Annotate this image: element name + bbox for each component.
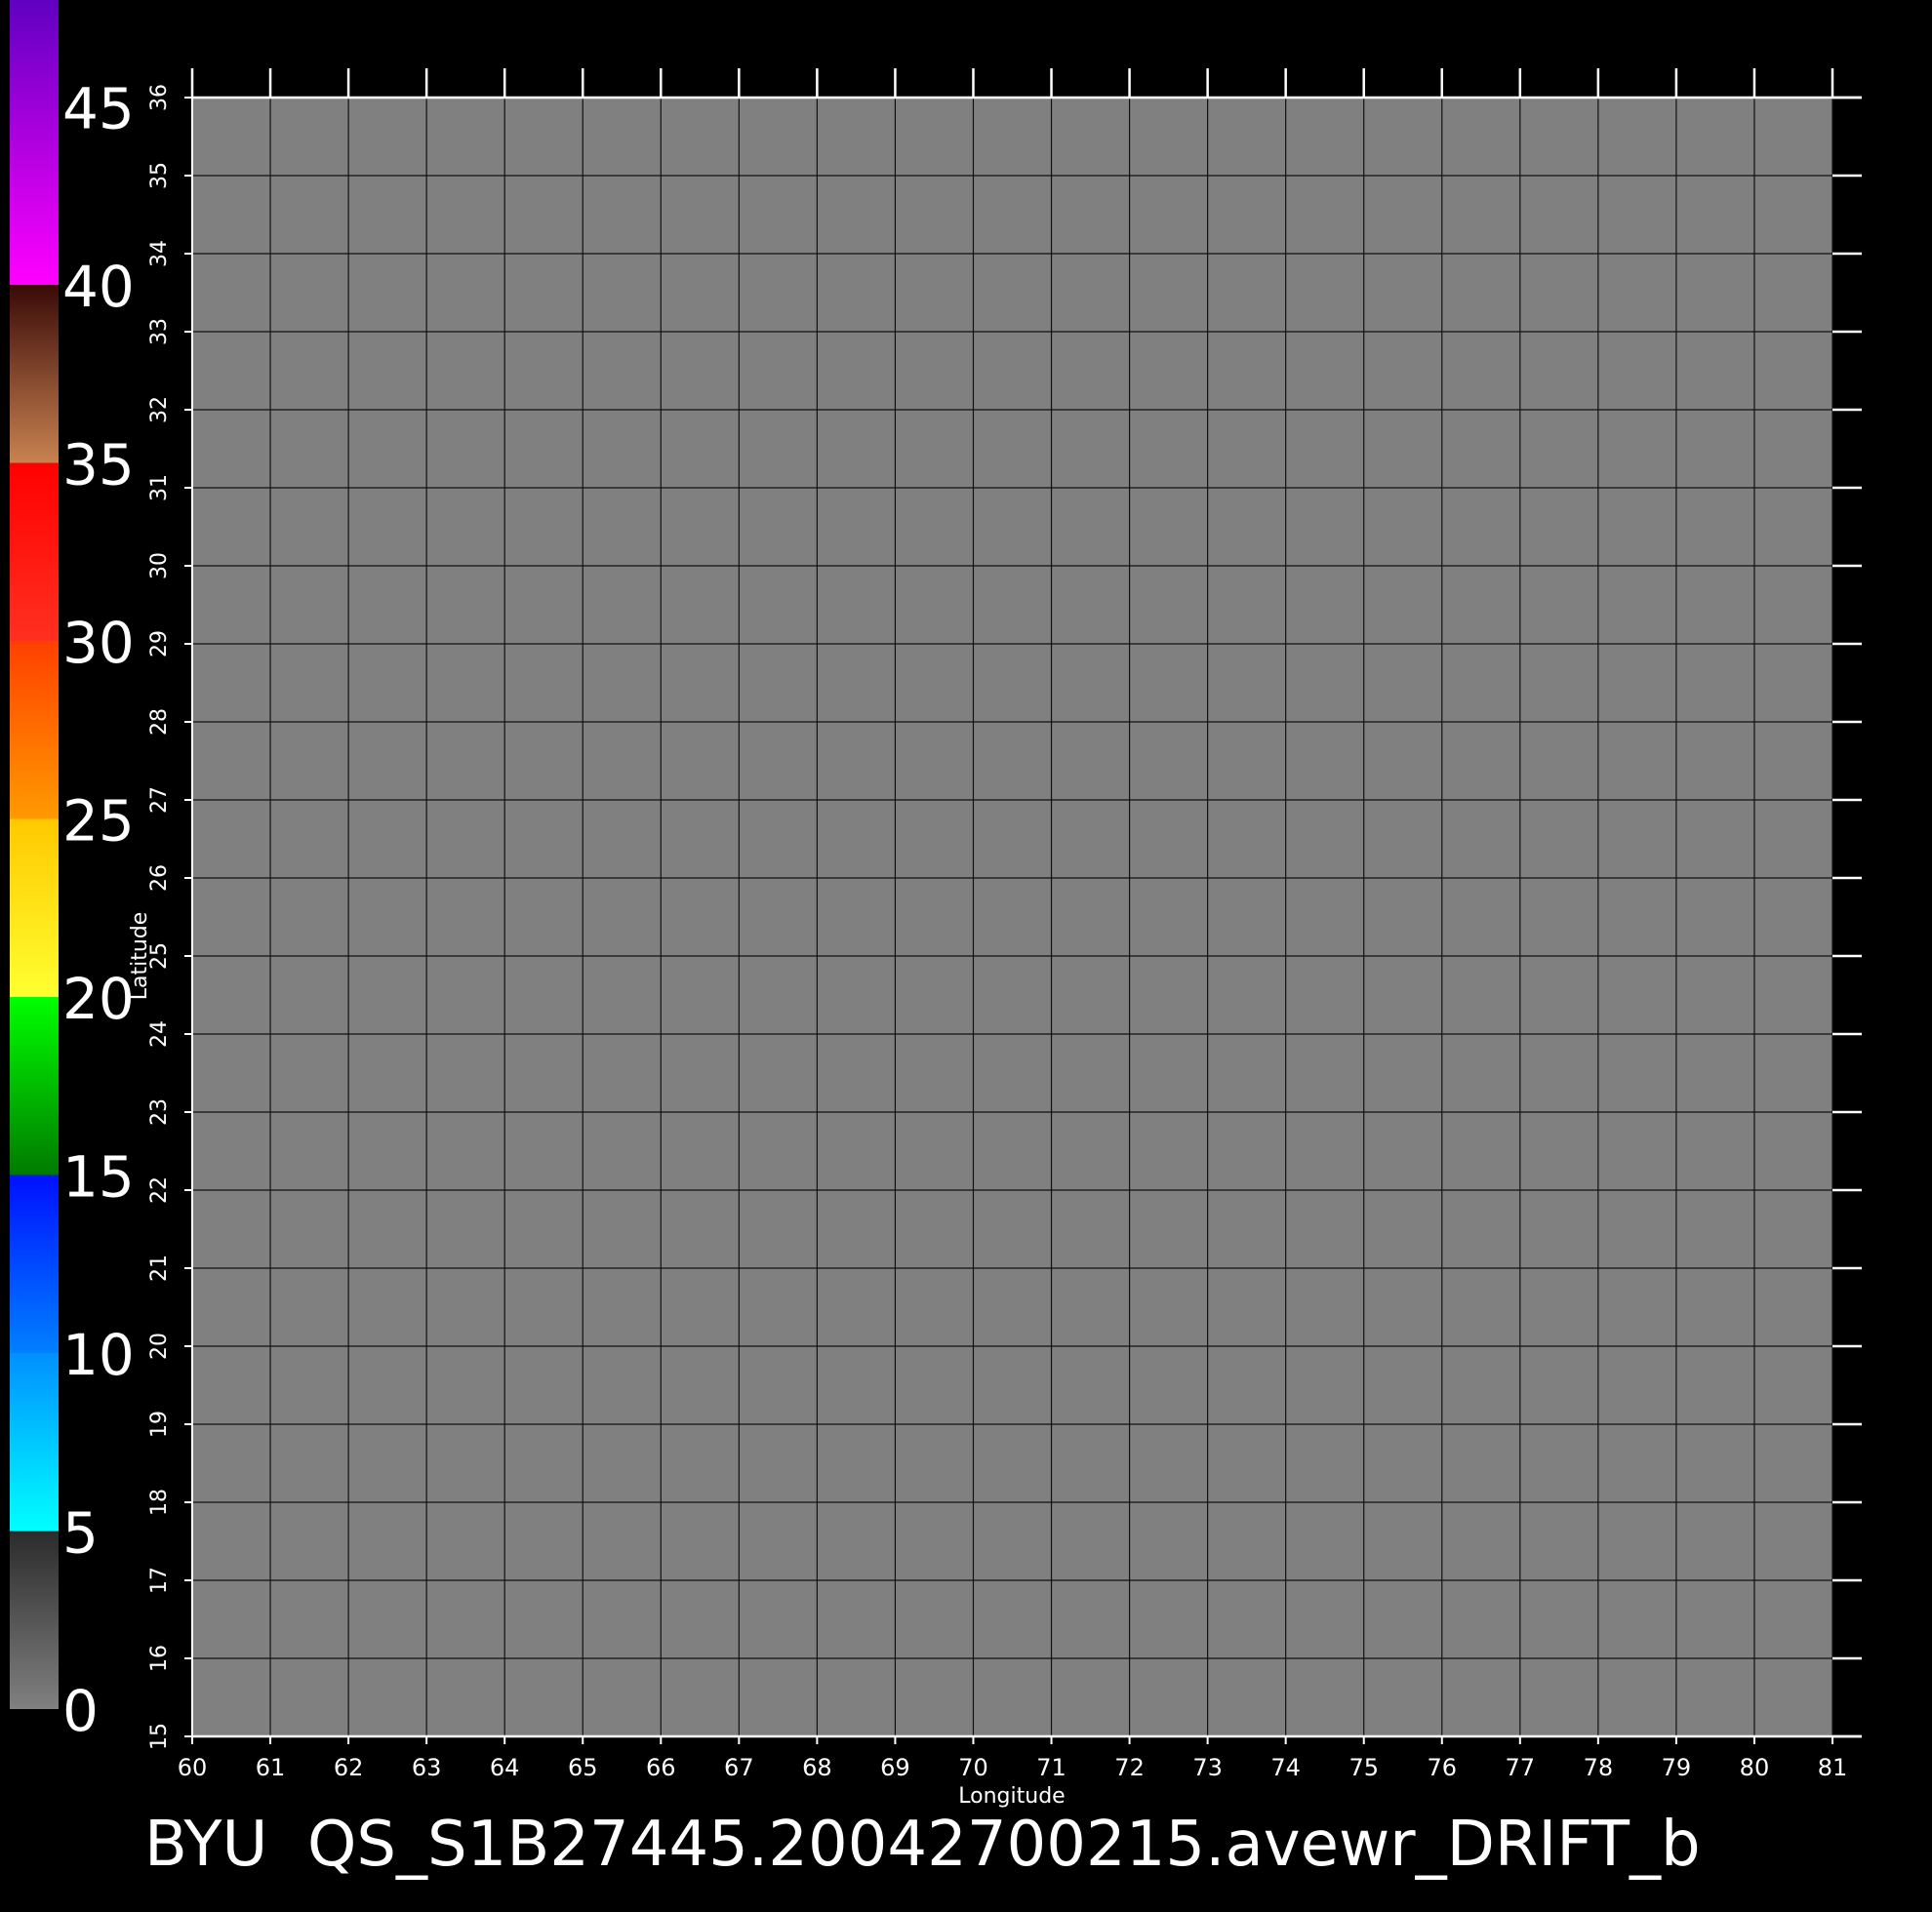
x-tick-label: 62 — [334, 1754, 364, 1781]
y-tick-label: 30 — [147, 552, 172, 579]
x-tick-label: 74 — [1270, 1754, 1301, 1781]
colorbar-label: 25 — [62, 788, 135, 855]
x-tick-label: 69 — [880, 1754, 910, 1781]
colorbar-label: 10 — [62, 1322, 135, 1388]
x-tick-label: 78 — [1584, 1754, 1614, 1781]
colorbar-label: 20 — [62, 966, 135, 1032]
colorbar-label: 30 — [62, 610, 135, 676]
x-tick-label: 66 — [646, 1754, 676, 1781]
y-tick-label: 34 — [147, 240, 172, 267]
x-tick-label: 70 — [958, 1754, 988, 1781]
colorbar-label: 5 — [62, 1500, 99, 1567]
x-tick-label: 81 — [1818, 1754, 1848, 1781]
x-tick-label: 75 — [1348, 1754, 1379, 1781]
colorbar: 0 5 10 15 20 25 30 35 40 45 — [10, 0, 135, 1744]
y-tick-label: 35 — [147, 162, 172, 189]
y-tick-label: 29 — [147, 630, 172, 657]
x-tick-label: 71 — [1036, 1754, 1067, 1781]
y-tick-label: 36 — [147, 84, 172, 111]
y-tick-label: 27 — [147, 786, 172, 814]
y-tick-label: 23 — [147, 1098, 172, 1126]
colorbar-segment — [10, 1175, 59, 1353]
x-tick-label: 67 — [724, 1754, 754, 1781]
colorbar-label: 35 — [62, 432, 135, 498]
y-tick-label: 18 — [147, 1489, 172, 1516]
colorbar-segment — [10, 0, 59, 285]
y-tick-label: 31 — [147, 474, 172, 501]
y-tick-label: 26 — [147, 864, 172, 892]
x-tick-label: 64 — [490, 1754, 520, 1781]
colorbar-segment — [10, 462, 59, 641]
y-tick-label: 32 — [147, 396, 172, 423]
y-tick-label: 17 — [147, 1567, 172, 1594]
colorbar-segment — [10, 1353, 59, 1532]
colorbar-label: 0 — [62, 1678, 99, 1744]
y-tick-label: 24 — [147, 1020, 172, 1048]
x-tick-label: 68 — [802, 1754, 832, 1781]
x-tick-label: 60 — [178, 1754, 208, 1781]
y-tick-label: 33 — [147, 318, 172, 345]
x-tick-label: 63 — [412, 1754, 442, 1781]
chart-title: BYU QS_S1B27445.20042700215.avewr_DRIFT_… — [144, 1809, 1701, 1881]
colorbar-segment — [10, 1531, 59, 1709]
y-tick-label: 16 — [147, 1645, 172, 1672]
x-tick-label: 80 — [1740, 1754, 1770, 1781]
colorbar-label: 40 — [62, 254, 135, 320]
x-tick-label: 61 — [256, 1754, 286, 1781]
y-tick-label: 15 — [147, 1723, 172, 1750]
colorbar-segment — [10, 818, 59, 997]
x-tick-label: 72 — [1114, 1754, 1145, 1781]
y-axis-label: Latitude — [128, 912, 152, 1001]
y-tick-label: 20 — [147, 1333, 172, 1360]
colorbar-label: 45 — [62, 76, 135, 142]
y-tick-label: 21 — [147, 1255, 172, 1282]
x-tick-label: 65 — [568, 1754, 598, 1781]
colorbar-segment — [10, 641, 59, 819]
x-tick-label: 79 — [1662, 1754, 1692, 1781]
x-tick-label: 77 — [1506, 1754, 1536, 1781]
y-tick-label: 22 — [147, 1176, 172, 1204]
y-tick-label: 28 — [147, 708, 172, 736]
wind-speed-chart: 0 5 10 15 20 25 30 35 40 45 60 61 62 63 64 65 66 67 68 69 7… — [10, 0, 1862, 1881]
x-axis-label: Longitude — [958, 1784, 1065, 1809]
x-tick-label: 73 — [1192, 1754, 1223, 1781]
y-tick-label: 19 — [147, 1411, 172, 1438]
colorbar-segment — [10, 997, 59, 1175]
colorbar-label: 15 — [62, 1144, 135, 1211]
colorbar-segment — [10, 285, 59, 463]
plot-area — [192, 98, 1832, 1736]
x-tick-label: 76 — [1427, 1754, 1457, 1781]
